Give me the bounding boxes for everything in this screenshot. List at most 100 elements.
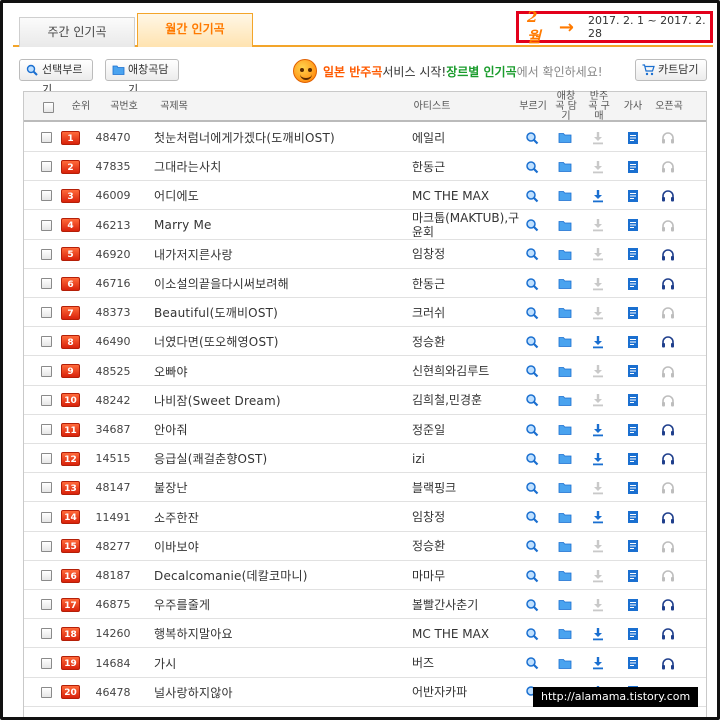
lyrics-icon[interactable] — [625, 123, 641, 152]
song-title[interactable]: 행복하지말아요 — [154, 619, 400, 648]
folder-icon[interactable] — [557, 211, 573, 240]
row-checkbox[interactable] — [41, 161, 52, 173]
song-title[interactable]: 내가저지른사랑 — [154, 240, 400, 269]
folder-icon[interactable] — [557, 649, 573, 678]
song-title[interactable]: 그대라는사치 — [154, 152, 400, 181]
headphones-icon[interactable] — [660, 181, 676, 210]
row-checkbox[interactable] — [41, 365, 52, 377]
row-checkbox[interactable] — [41, 599, 52, 611]
artist-name[interactable]: 크러쉬 — [412, 298, 520, 327]
lyrics-icon[interactable] — [625, 211, 641, 240]
lyrics-icon[interactable] — [625, 619, 641, 648]
sing-icon[interactable] — [524, 152, 540, 181]
row-checkbox[interactable] — [41, 424, 52, 435]
headphones-icon[interactable] — [660, 619, 676, 648]
song-title[interactable]: 널사랑하지않아 — [154, 678, 400, 707]
sing-icon[interactable] — [524, 386, 540, 415]
artist-name[interactable]: 어반자카파 — [412, 678, 520, 707]
row-checkbox[interactable] — [41, 219, 52, 231]
song-title[interactable]: 어디에도 — [154, 181, 400, 210]
artist-name[interactable]: 마크툽(MAKTUB),구윤회 — [412, 211, 520, 240]
song-title[interactable]: 안아줘 — [154, 415, 400, 444]
row-checkbox[interactable] — [41, 511, 52, 523]
headphones-icon[interactable] — [660, 503, 676, 532]
song-title[interactable]: 응급실(쾌걸춘향OST) — [154, 444, 400, 473]
sing-icon[interactable] — [524, 590, 540, 619]
sing-icon[interactable] — [524, 327, 540, 356]
artist-name[interactable]: 정준일 — [412, 415, 520, 444]
row-checkbox[interactable] — [41, 336, 52, 348]
row-checkbox[interactable] — [41, 657, 52, 669]
song-title[interactable]: 나비잠(Sweet Dream) — [154, 386, 400, 415]
headphones-icon[interactable] — [660, 444, 676, 473]
lyrics-icon[interactable] — [625, 327, 641, 356]
folder-icon[interactable] — [557, 386, 573, 415]
lyrics-icon[interactable] — [625, 444, 641, 473]
sing-icon[interactable] — [524, 473, 540, 502]
folder-icon[interactable] — [557, 532, 573, 561]
folder-icon[interactable] — [557, 357, 573, 386]
artist-name[interactable]: 버즈 — [412, 649, 520, 678]
tab-weekly[interactable]: 주간 인기곡 — [19, 17, 135, 47]
lyrics-icon[interactable] — [625, 269, 641, 298]
row-checkbox[interactable] — [41, 307, 52, 319]
headphones-icon[interactable] — [660, 649, 676, 678]
lyrics-icon[interactable] — [625, 181, 641, 210]
artist-name[interactable]: MC THE MAX — [412, 619, 520, 648]
promo-japan[interactable]: 일본 반주곡 — [323, 63, 382, 80]
sing-icon[interactable] — [524, 444, 540, 473]
headphones-icon[interactable] — [660, 240, 676, 269]
song-title[interactable]: Beautiful(도깨비OST) — [154, 298, 400, 327]
sing-icon[interactable] — [524, 240, 540, 269]
download-arrow-icon[interactable] — [590, 649, 606, 678]
lyrics-icon[interactable] — [625, 152, 641, 181]
folder-icon[interactable] — [557, 240, 573, 269]
artist-name[interactable]: izi — [412, 444, 520, 473]
folder-icon[interactable] — [557, 298, 573, 327]
lyrics-icon[interactable] — [625, 298, 641, 327]
headphones-icon[interactable] — [660, 415, 676, 444]
add-favorites-button[interactable]: 애창곡담기 — [105, 59, 179, 96]
artist-name[interactable]: 마마무 — [412, 561, 520, 590]
headphones-icon[interactable] — [660, 269, 676, 298]
download-arrow-icon[interactable] — [590, 444, 606, 473]
sing-icon[interactable] — [524, 619, 540, 648]
folder-icon[interactable] — [557, 327, 573, 356]
artist-name[interactable]: 임창정 — [412, 503, 520, 532]
lyrics-icon[interactable] — [625, 415, 641, 444]
row-checkbox[interactable] — [41, 278, 52, 289]
tab-monthly[interactable]: 월간 인기곡 — [137, 13, 253, 47]
artist-name[interactable]: 임창정 — [412, 240, 520, 269]
lyrics-icon[interactable] — [625, 386, 641, 415]
sing-icon[interactable] — [524, 415, 540, 444]
sing-icon[interactable] — [524, 503, 540, 532]
row-checkbox[interactable] — [41, 628, 52, 640]
song-title[interactable]: 오빠야 — [154, 357, 400, 386]
row-checkbox[interactable] — [41, 190, 52, 202]
song-title[interactable]: 소주한잔 — [154, 503, 400, 532]
sing-icon[interactable] — [524, 181, 540, 210]
artist-name[interactable]: 신현희와김루트 — [412, 357, 520, 386]
sing-icon[interactable] — [524, 211, 540, 240]
folder-icon[interactable] — [557, 181, 573, 210]
song-title[interactable]: 우주를줄게 — [154, 590, 400, 619]
add-cart-button[interactable]: 카트담기 — [635, 59, 707, 81]
row-checkbox[interactable] — [41, 570, 52, 581]
headphones-icon[interactable] — [660, 590, 676, 619]
song-title[interactable]: 불장난 — [154, 473, 400, 502]
folder-icon[interactable] — [557, 503, 573, 532]
sing-icon[interactable] — [524, 123, 540, 152]
row-checkbox[interactable] — [41, 132, 52, 143]
lyrics-icon[interactable] — [625, 649, 641, 678]
row-checkbox[interactable] — [41, 453, 52, 465]
sing-icon[interactable] — [524, 269, 540, 298]
folder-icon[interactable] — [557, 561, 573, 590]
sing-icon[interactable] — [524, 357, 540, 386]
lyrics-icon[interactable] — [625, 532, 641, 561]
song-title[interactable]: 이바보야 — [154, 532, 400, 561]
lyrics-icon[interactable] — [625, 357, 641, 386]
sing-icon[interactable] — [524, 532, 540, 561]
artist-name[interactable]: MC THE MAX — [412, 181, 520, 210]
song-title[interactable]: Decalcomanie(데칼코마니) — [154, 561, 400, 590]
select-all-checkbox[interactable] — [42, 101, 54, 113]
